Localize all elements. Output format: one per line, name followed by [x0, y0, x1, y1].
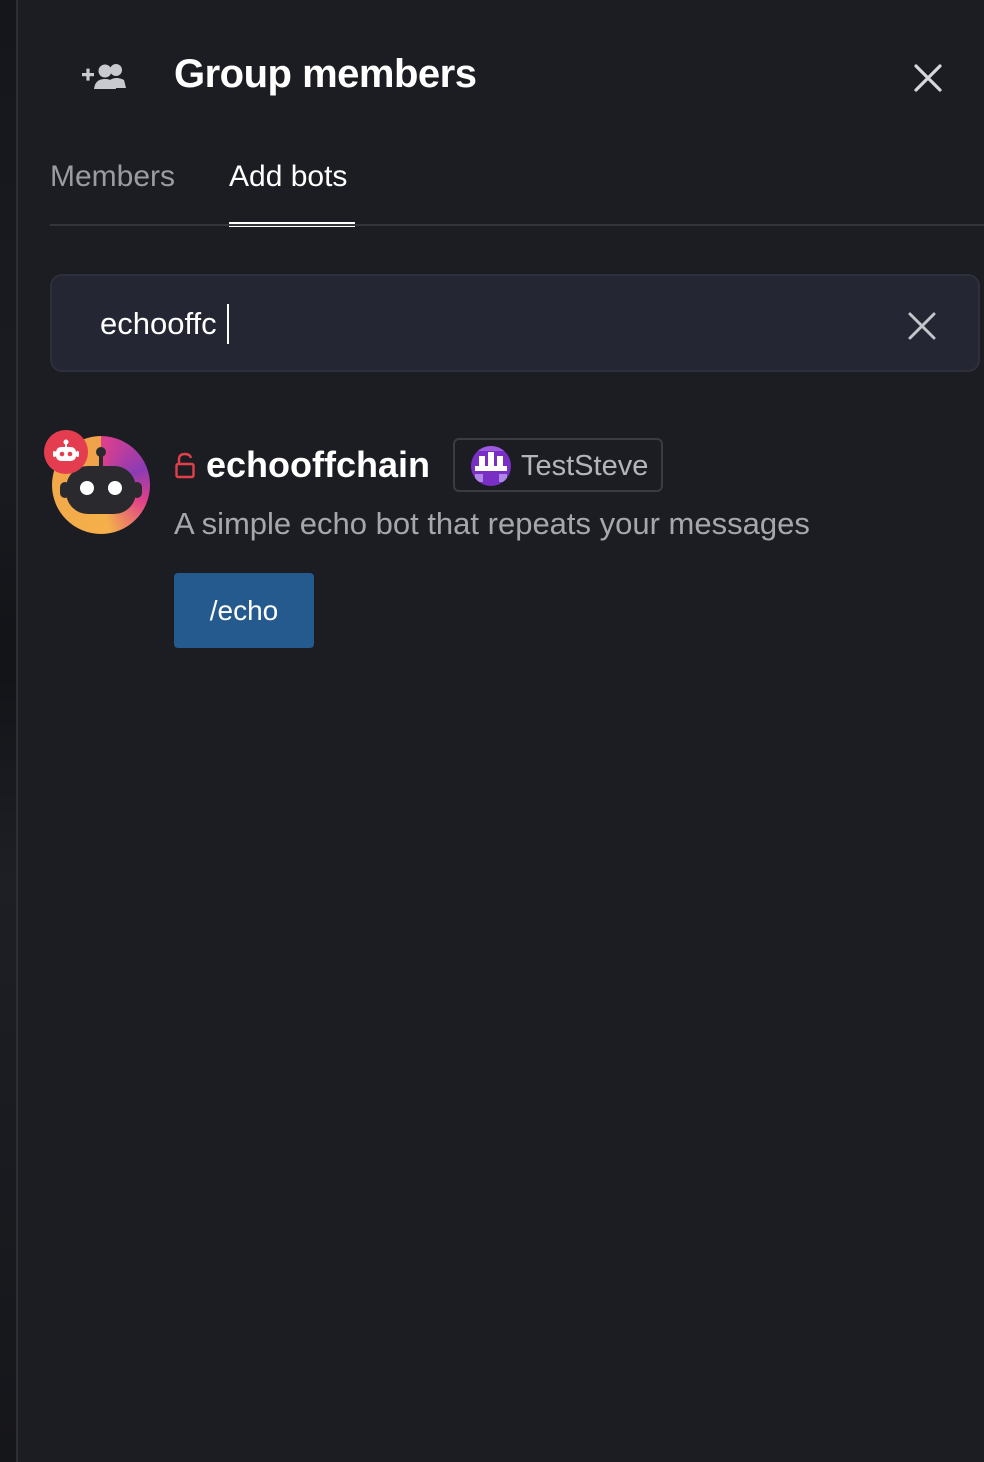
text-caret [227, 304, 229, 344]
close-icon [914, 64, 942, 92]
echo-command-button[interactable]: /echo [174, 573, 314, 648]
clear-search-button[interactable] [902, 308, 942, 344]
bot-search-input[interactable] [100, 304, 880, 344]
tab-members[interactable]: Members [50, 160, 175, 194]
panel-title: Group members [174, 52, 477, 96]
owner-avatar [471, 446, 511, 486]
add-group-member-icon [80, 58, 128, 98]
bot-description: A simple echo bot that repeats your mess… [174, 506, 810, 541]
bot-search-box [50, 274, 980, 372]
bot-result-item[interactable]: echooffchain TestSteve A simple echo bot… [44, 428, 974, 668]
close-panel-button[interactable] [906, 58, 950, 98]
bot-owner-chip[interactable]: TestSteve [453, 438, 663, 492]
robot-badge-icon [44, 430, 88, 474]
tab-bar: Members Add bots [50, 160, 984, 228]
unlocked-lock-icon [175, 452, 195, 479]
bot-name: echooffchain [206, 444, 431, 485]
owner-name: TestSteve [521, 450, 649, 482]
background-window-edge [0, 0, 16, 1462]
tab-add-bots[interactable]: Add bots [229, 160, 347, 194]
clear-icon [908, 312, 936, 340]
tabs-divider [50, 224, 984, 226]
